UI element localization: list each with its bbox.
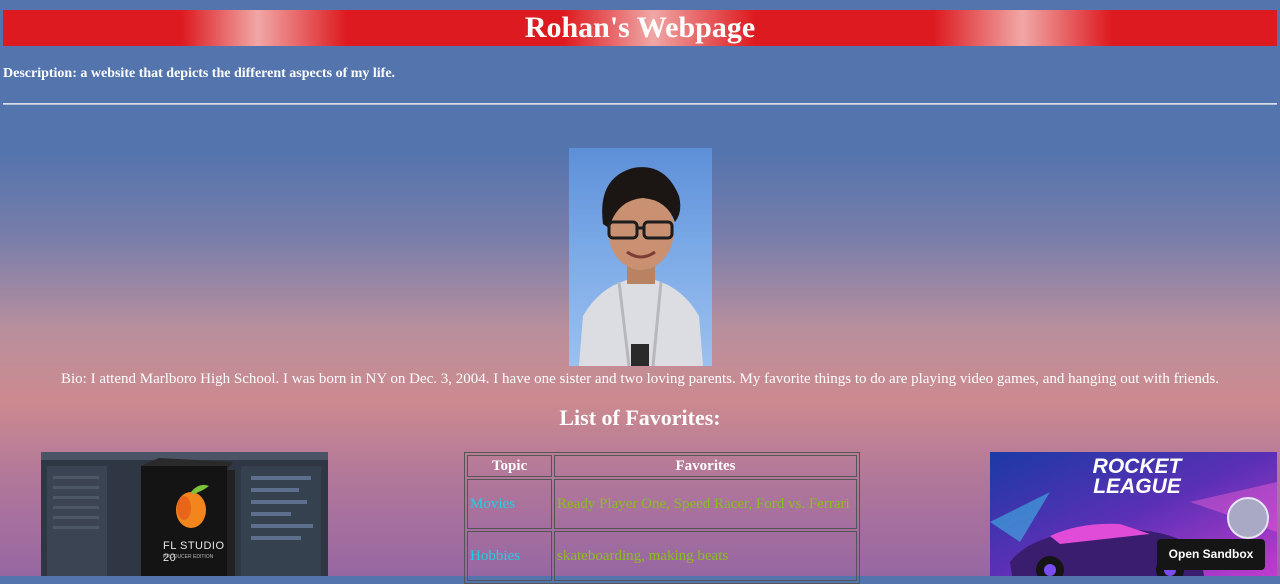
favorites-cell: Ready Player One, Speed Racer, Ford vs. … (554, 479, 857, 529)
fl-studio-edition: PRODUCER EDITION (163, 554, 214, 560)
table-row: Movies Ready Player One, Speed Racer, Fo… (467, 479, 857, 529)
table-row: Hobbies skateboarding, making beats (467, 531, 857, 581)
favorites-table: Topic Favorites Movies Ready Player One,… (464, 452, 860, 584)
fl-studio-image: FL STUDIO 20 PRODUCER EDITION (41, 452, 328, 576)
page-title: Rohan's Webpage (524, 11, 756, 44)
page-description: Description: a website that depicts the … (3, 66, 396, 81)
favorites-cell: skateboarding, making beats (554, 531, 857, 581)
fl-studio-product-name: FL STUDIO 20 (163, 540, 225, 564)
profile-photo (569, 148, 712, 366)
open-sandbox-button[interactable]: Open Sandbox (1157, 539, 1265, 570)
topic-cell: Hobbies (467, 531, 552, 581)
table-header-row: Topic Favorites (467, 455, 857, 477)
favorites-heading: List of Favorites: (559, 405, 721, 430)
horizontal-rule (3, 103, 1277, 105)
column-header-topic: Topic (467, 455, 552, 477)
page-header: Rohan's Webpage (3, 10, 1277, 46)
topic-cell: Movies (467, 479, 552, 529)
rocket-league-title-line2: LEAGUE (1093, 475, 1181, 498)
bio-text: Bio: I attend Marlboro High School. I wa… (61, 371, 1219, 387)
column-header-favorites: Favorites (554, 455, 857, 477)
